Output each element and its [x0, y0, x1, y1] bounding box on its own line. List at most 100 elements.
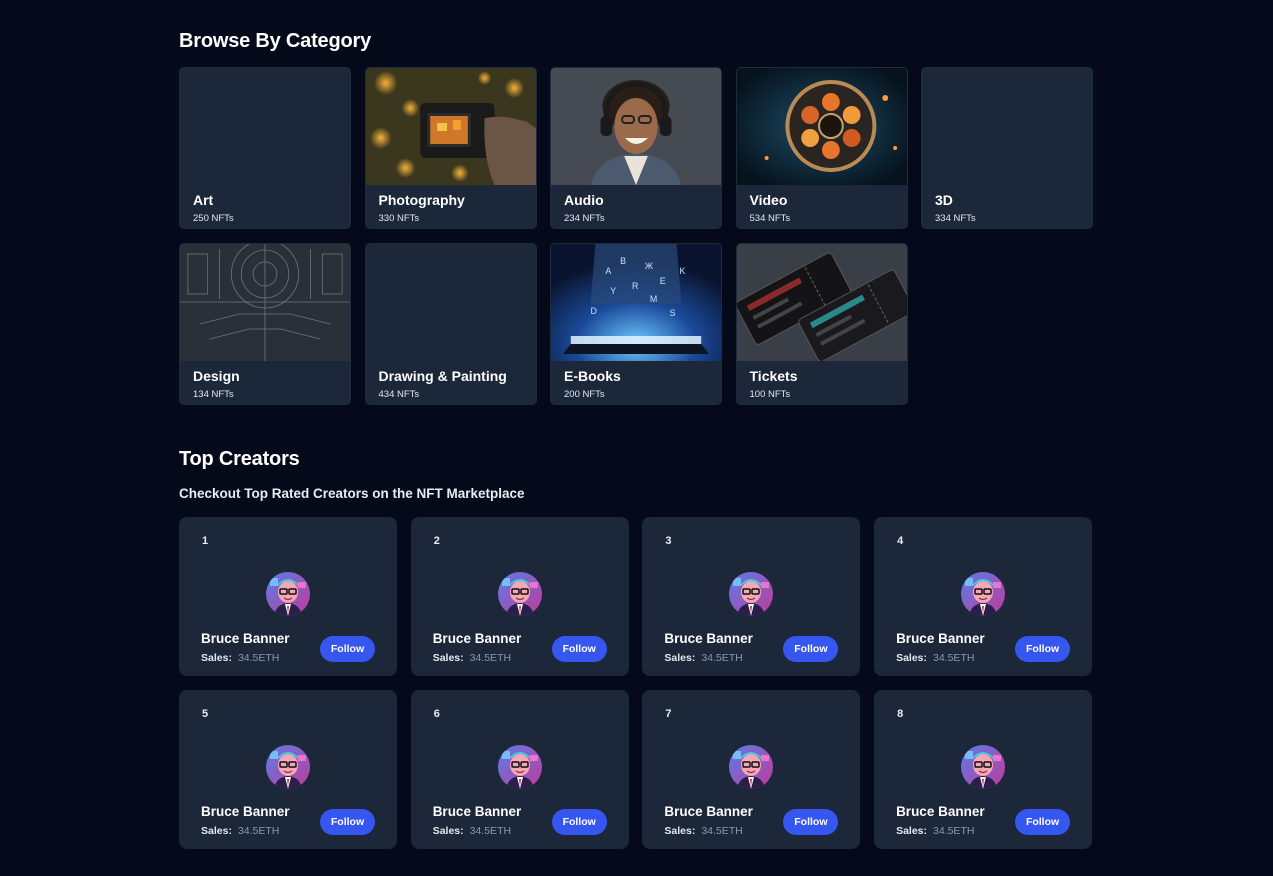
creator-avatar[interactable]: [729, 572, 774, 616]
creator-avatar[interactable]: [961, 745, 1006, 789]
creator-card-3[interactable]: 3 Bruce Banner Sales: 34.5ETH Follow: [642, 517, 861, 676]
creator-name: Bruce Banner: [664, 804, 753, 819]
creator-rank: 8: [897, 708, 904, 720]
svg-text:Ж: Ж: [645, 260, 654, 270]
follow-button[interactable]: Follow: [1015, 809, 1071, 835]
sales-value: 34.5ETH: [469, 825, 512, 837]
creator-sales: Sales: 34.5ETH: [896, 825, 974, 837]
category-count: 434 NFTs: [378, 388, 420, 400]
sales-label: Sales:: [201, 652, 232, 664]
category-count: 534 NFTs: [749, 213, 791, 224]
creator-card-5[interactable]: 5 Bruce Banner Sales: 34.5ETH Follow: [179, 690, 397, 849]
creator-card-8[interactable]: 8 Bruce Banner Sales: 34.5ETH Follow: [874, 690, 1093, 849]
category-name: Design: [193, 367, 240, 384]
follow-button[interactable]: Follow: [320, 809, 375, 835]
category-count: 334 NFTs: [935, 213, 976, 224]
category-card-video[interactable]: Video 534 NFTs: [735, 67, 908, 229]
follow-button[interactable]: Follow: [783, 636, 839, 662]
follow-button[interactable]: Follow: [783, 809, 839, 835]
category-card-art[interactable]: Art 250 NFTs: [179, 67, 351, 229]
category-card-design[interactable]: Design 134 NFTs: [179, 242, 351, 405]
category-count: 100 NFTs: [749, 388, 791, 400]
category-count: 330 NFTs: [378, 213, 420, 224]
sales-value: 34.5ETH: [933, 825, 975, 837]
category-card-audio[interactable]: Audio 234 NFTs: [550, 67, 722, 229]
category-count: 234 NFTs: [564, 213, 605, 224]
follow-button[interactable]: Follow: [1015, 636, 1071, 662]
sales-value: 34.5ETH: [237, 825, 280, 837]
category-card-3d[interactable]: 3D 334 NFTs: [921, 67, 1093, 229]
creator-name: Bruce Banner: [432, 804, 522, 819]
creator-avatar[interactable]: [266, 572, 310, 616]
sales-label: Sales:: [664, 652, 696, 664]
blueprint-photo-image: [180, 243, 350, 361]
creator-card-1[interactable]: 1 Bruce Banner Sales: 34.5ETH Follow: [179, 517, 397, 676]
creator-name: Bruce Banner: [896, 804, 985, 819]
sales-label: Sales:: [432, 825, 464, 837]
creator-rank: 3: [665, 535, 672, 547]
svg-text:E: E: [660, 275, 666, 285]
tickets-photo-image: [736, 243, 907, 361]
follow-button[interactable]: Follow: [320, 636, 375, 662]
sales-value: 34.5ETH: [933, 652, 975, 664]
creator-sales: Sales: 34.5ETH: [433, 652, 511, 664]
camera-photo-image: [365, 68, 536, 185]
top-creators-title: Top Creators: [179, 448, 300, 470]
creator-card-4[interactable]: 4 Bruce Banner Sales: 34.5ETH Follow: [874, 517, 1093, 676]
creator-rank: 6: [433, 708, 440, 720]
category-name: Art: [193, 192, 214, 208]
creator-grid: 1 Bruce Banner Sales: 34.5ETH Follow 2 B…: [179, 517, 1093, 849]
creator-name: Bruce Banner: [896, 631, 985, 646]
category-card-e-books[interactable]: AB ЖE Y R M K D S E-Books 200 NFTs: [550, 242, 722, 405]
creator-name: Bruce Banner: [432, 631, 522, 646]
creator-avatar[interactable]: [961, 572, 1006, 616]
category-card-tickets[interactable]: Tickets 100 NFTs: [735, 242, 908, 405]
sales-label: Sales:: [432, 652, 464, 664]
category-name: Tickets: [749, 367, 798, 384]
svg-text:A: A: [605, 265, 611, 275]
creator-avatar[interactable]: [497, 572, 542, 616]
sales-label: Sales:: [896, 652, 927, 664]
sales-label: Sales:: [896, 825, 927, 837]
category-count: 250 NFTs: [193, 213, 234, 224]
category-name: Drawing & Painting: [378, 367, 507, 384]
svg-text:K: K: [679, 265, 685, 275]
creator-name: Bruce Banner: [201, 631, 290, 646]
category-card-drawing-painting[interactable]: Drawing & Painting 434 NFTs: [364, 242, 537, 405]
follow-button[interactable]: Follow: [551, 636, 607, 662]
creator-rank: 7: [665, 708, 672, 720]
creator-name: Bruce Banner: [201, 804, 290, 819]
svg-text:Y: Y: [610, 285, 616, 295]
svg-text:S: S: [670, 307, 676, 317]
svg-text:M: M: [650, 293, 657, 303]
headphones-photo-image: [551, 68, 721, 185]
creator-sales: Sales: 34.5ETH: [896, 652, 974, 664]
film-reel-photo-image: [736, 68, 907, 185]
creator-rank: 1: [202, 535, 209, 547]
category-name: 3D: [935, 192, 953, 208]
creator-avatar[interactable]: [497, 745, 542, 789]
creator-sales: Sales: 34.5ETH: [201, 825, 279, 837]
creator-card-6[interactable]: 6 Bruce Banner Sales: 34.5ETH Follow: [410, 690, 629, 849]
creator-rank: 5: [202, 708, 209, 720]
category-count: 134 NFTs: [193, 388, 234, 400]
category-grid: Art 250 NFTs Photography 330 NFTs Audio …: [179, 67, 1093, 405]
creator-sales: Sales: 34.5ETH: [664, 652, 742, 664]
top-creators-subtitle: Checkout Top Rated Creators on the NFT M…: [179, 486, 525, 501]
page: Browse By Category Art 250 NFTs Photogra…: [0, 0, 1273, 876]
creator-avatar[interactable]: [729, 745, 774, 789]
sales-value: 34.5ETH: [469, 652, 512, 664]
creator-avatar[interactable]: [266, 745, 310, 789]
creator-rank: 2: [433, 535, 440, 547]
creator-card-7[interactable]: 7 Bruce Banner Sales: 34.5ETH Follow: [642, 690, 861, 849]
creator-sales: Sales: 34.5ETH: [664, 825, 742, 837]
follow-button[interactable]: Follow: [551, 809, 607, 835]
category-card-photography[interactable]: Photography 330 NFTs: [364, 67, 537, 229]
category-name: Photography: [378, 192, 465, 208]
category-count: 200 NFTs: [564, 388, 605, 400]
creator-card-2[interactable]: 2 Bruce Banner Sales: 34.5ETH Follow: [410, 517, 629, 676]
creator-sales: Sales: 34.5ETH: [201, 652, 279, 664]
sales-value: 34.5ETH: [237, 652, 280, 664]
category-name: Video: [749, 192, 788, 208]
creator-rank: 4: [897, 535, 904, 547]
